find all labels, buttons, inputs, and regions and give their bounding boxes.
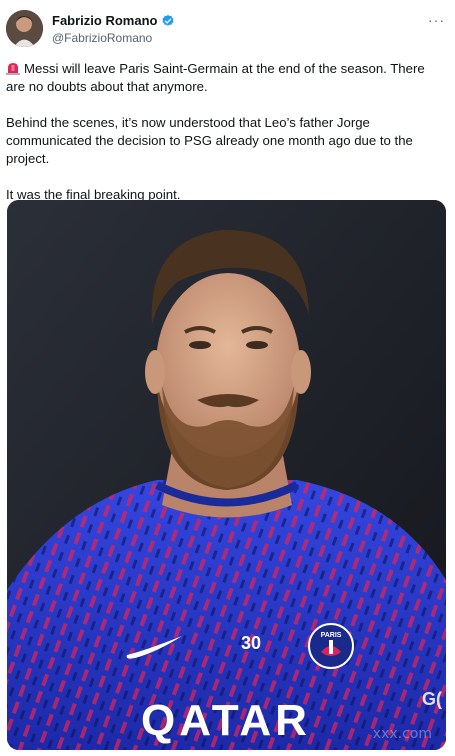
tweet-line-1: Messi will leave Paris Saint-Germain at … [6, 61, 425, 94]
tweet-line-2: Behind the scenes, it’s now understood t… [6, 115, 413, 166]
sleeve-text: G( [422, 689, 442, 709]
rotating-light-icon [6, 63, 20, 75]
watermark: xxx.com [372, 726, 432, 742]
display-name[interactable]: Fabrizio Romano [52, 13, 157, 28]
player-photo: 30 PARIS QATAR G( [7, 200, 446, 750]
more-options-icon[interactable]: ··· [428, 12, 445, 28]
psg-crest-icon: PARIS [308, 623, 354, 669]
crest-text: PARIS [321, 632, 342, 639]
verified-badge-icon [162, 14, 174, 26]
tweet-header: Fabrizio Romano @FabrizioRomano ··· [6, 10, 449, 50]
handle[interactable]: @FabrizioRomano [52, 31, 175, 45]
sponsor-text: QATAR [141, 696, 311, 745]
jersey-number: 30 [241, 633, 261, 653]
tweet-image[interactable]: 30 PARIS QATAR G( xxx.com [7, 200, 446, 750]
tweet-text: Messi will leave Paris Saint-Germain at … [6, 60, 442, 222]
avatar[interactable] [6, 10, 43, 47]
